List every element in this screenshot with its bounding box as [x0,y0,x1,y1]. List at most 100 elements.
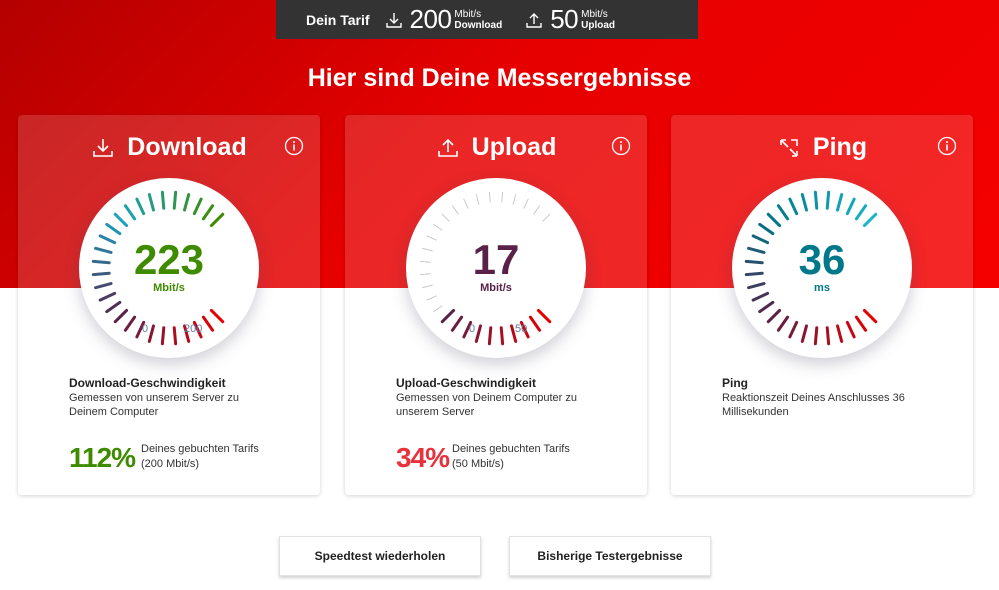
ping-gauge: 36 ms [732,178,912,358]
ping-gauge-tick [758,300,775,314]
upload-gauge-tick [441,213,450,222]
upload-gauge-tick [512,194,517,205]
download-title: Download [127,133,247,161]
ping-gauge-tick [836,193,844,212]
tariff-upload-value: 50 [550,4,579,34]
ping-gauge-tick [776,315,790,332]
upload-gauge-tick [463,198,469,209]
ping-gauge-tick [854,315,868,332]
tariff-download: 200 Mbit/s Download [384,4,503,35]
upload-gauge-tick [440,308,456,324]
download-percent-line2: (200 Mbit/s) [141,458,200,470]
upload-gauge-tick [451,205,459,215]
upload-gauge-tick [536,308,552,324]
upload-icon [526,12,542,28]
upload-gauge-tick [488,191,491,203]
upload-gauge-tick [475,194,480,205]
info-icon[interactable] [284,136,304,156]
upload-gauge-tick [474,324,482,343]
ping-gauge-tick [813,190,819,210]
download-desc-title: Download-Geschwindigkeit [69,376,226,390]
upload-value: 17 [472,236,520,283]
download-percent-line1: Deines gebuchten Tarifs [141,443,259,455]
ping-gauge-tick [800,193,808,212]
upload-gauge-tick [433,305,443,313]
upload-gauge-tick [487,326,493,346]
download-scale-min: 0 [142,323,149,335]
ping-gauge-tick [788,320,799,339]
upload-title: Upload [471,133,557,161]
upload-unit: Mbit/s [480,282,512,294]
tariff-upload: 50 Mbit/s Upload [524,4,615,35]
download-gauge-tick [135,197,146,216]
ping-gauge-tick [836,324,844,343]
repeat-speedtest-button[interactable]: Speedtest wiederholen [279,536,481,576]
download-gauge-tick [105,222,122,236]
ping-card: Ping 36 ms Ping Reaktionszeit Deines Ans… [671,115,973,495]
upload-desc-text: Gemessen von Deinem Computer zu unserem … [396,392,577,418]
upload-gauge-tick [501,191,504,203]
previous-results-button[interactable]: Bisherige Testergebnisse [509,536,711,576]
download-gauge-tick [201,315,215,332]
ping-value: 36 [798,236,846,283]
download-gauge-tick [147,324,155,343]
download-gauge-tick [123,315,137,332]
info-icon[interactable] [611,136,631,156]
upload-gauge-tick [450,315,464,332]
ping-gauge-tick [751,291,770,302]
download-gauge-tick [123,204,137,221]
ping-desc-title: Ping [722,376,748,390]
ping-gauge-tick [766,308,782,324]
tariff-label: Dein Tarif [306,11,370,28]
download-gauge-tick [201,204,215,221]
download-icon [385,12,402,28]
download-gauge: 223 Mbit/s 0 200 [79,178,259,358]
ping-gauge-tick [845,320,856,339]
download-gauge-tick [209,308,225,324]
download-gauge-tick [105,300,122,314]
tariff-download-label: Download [454,19,503,31]
ping-gauge-tick [766,212,782,228]
ping-gauge-tick [813,326,819,346]
upload-gauge-tick [499,326,505,346]
ping-gauge-tick [758,222,775,236]
upload-gauge: 17 Mbit/s 0 50 [406,178,586,358]
download-gauge-tick [209,212,225,228]
tariff-upload-label: Upload [581,19,616,31]
download-gauge-tick [160,326,166,346]
upload-scale-min: 0 [469,323,476,335]
download-gauge-tick [172,326,178,346]
upload-percent-line1: Deines gebuchten Tarifs [452,443,570,455]
download-percent: 112% [69,442,136,473]
tariff-bar: Dein Tarif 200 Mbit/s Download 50 Mbit/s… [276,0,698,39]
download-gauge-tick [113,212,129,228]
upload-percent-line2: (50 Mbit/s) [452,458,504,470]
download-card: Download 223 Mbit/s 0 200 Download-Gesch… [18,115,320,495]
download-unit: Mbit/s [153,282,185,294]
upload-gauge-tick [542,213,551,222]
ping-gauge-tick [862,308,878,324]
ping-gauge-tick [776,204,790,221]
ping-desc-text: Reaktionszeit Deines Anschlusses 36 Mill… [722,392,905,418]
download-desc-text: Gemessen von unserem Server zu Deinem Co… [69,392,239,418]
download-icon [93,138,114,157]
download-value: 223 [133,236,205,283]
upload-gauge-tick [533,205,541,215]
info-icon[interactable] [937,136,957,156]
ping-gauge-tick [788,197,799,216]
tariff-download-value: 200 [409,4,452,34]
page-title: Hier sind Deine Messergebnisse [307,64,692,92]
upload-gauge-tick [426,295,437,301]
ping-title: Ping [812,133,868,161]
ping-gauge-tick [854,204,868,221]
ping-gauge-tick [845,197,856,216]
ping-gauge-tick [825,326,831,346]
download-gauge-tick [160,190,166,210]
upload-gauge-tick [433,223,443,231]
upload-icon [437,138,458,157]
ping-unit: ms [814,282,830,294]
download-gauge-tick [172,190,178,210]
ping-gauge-tick [825,190,831,210]
upload-percent: 34% [396,442,450,473]
download-gauge-tick [98,291,117,302]
